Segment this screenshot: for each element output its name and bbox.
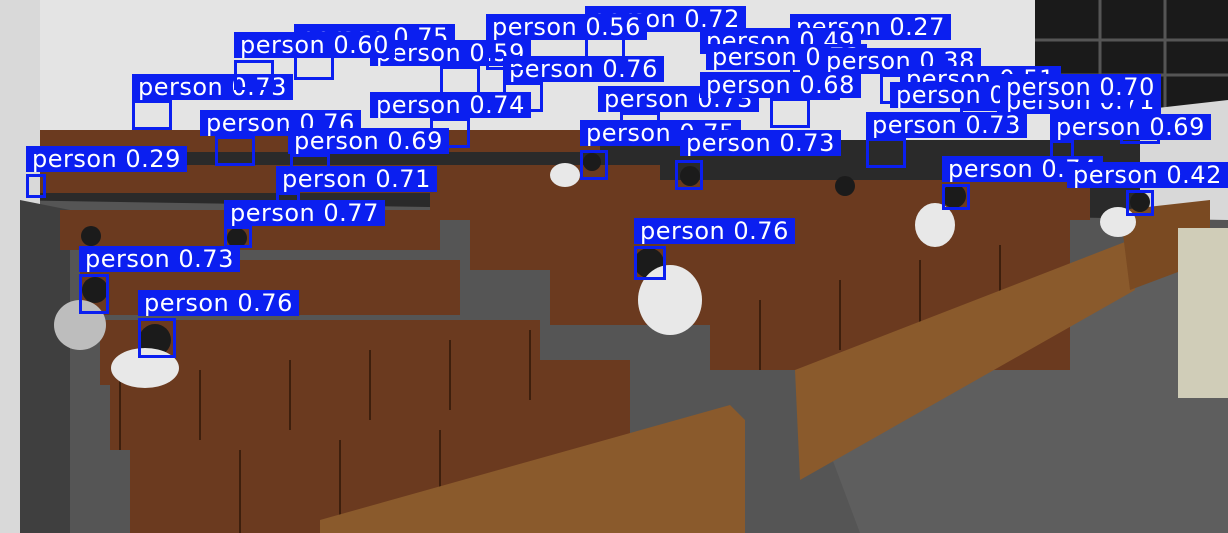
detection-box (132, 100, 172, 130)
detection-label: person 0.68 (700, 72, 861, 98)
detection-label: person 0.76 (138, 290, 299, 316)
detection-label: person 0.76 (503, 56, 664, 82)
detection-label: person 0.73 (866, 112, 1027, 138)
detection-box (580, 150, 608, 180)
detection-box (1126, 190, 1154, 216)
detection-label: person 0.76 (634, 218, 795, 244)
detection-box (675, 160, 703, 190)
detection-box (215, 136, 255, 166)
detection-box (634, 246, 666, 280)
detection-label: person 0.71 (276, 166, 437, 192)
detection-box (770, 98, 810, 128)
detection-box (79, 274, 109, 314)
detection-label: person 0.29 (26, 146, 187, 172)
detection-label: person 0.69 (1050, 114, 1211, 140)
detection-label: person 0.60 (234, 32, 395, 58)
detection-box (942, 184, 970, 210)
detection-box (138, 318, 176, 358)
detection-box (26, 174, 46, 198)
detection-label: person 0.77 (224, 200, 385, 226)
detection-label: person 0.73 (680, 130, 841, 156)
detection-box (486, 40, 526, 70)
detection-label: person 0.69 (288, 128, 449, 154)
detection-label: person 0.73 (79, 246, 240, 272)
detection-box (866, 138, 906, 168)
detection-label: person 0.56 (486, 14, 647, 40)
detection-label: person 0.74 (370, 92, 531, 118)
detection-overlay: person 0.75person 0.72person 0.27person … (0, 0, 1228, 533)
detection-label: person 0.70 (1000, 74, 1161, 100)
detection-box (234, 60, 274, 90)
detection-label: person 0.42 (1067, 162, 1228, 188)
